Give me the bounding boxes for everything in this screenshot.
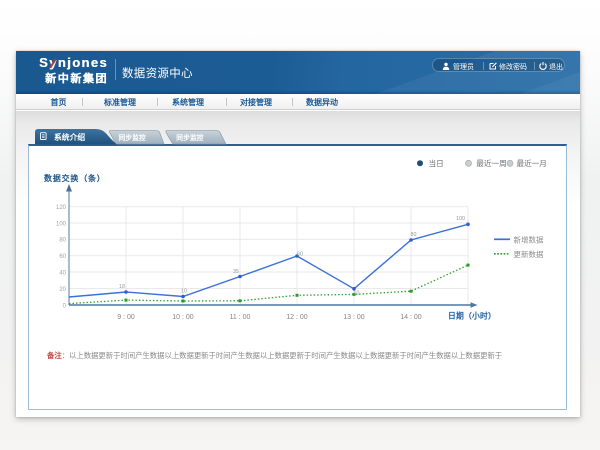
svg-text:12 : 00: 12 : 00 xyxy=(286,314,308,321)
svg-text:120: 120 xyxy=(56,205,67,211)
svg-text:100: 100 xyxy=(456,216,465,222)
svg-text:最近一周: 最近一周 xyxy=(476,158,506,168)
svg-text:18: 18 xyxy=(119,284,125,290)
svg-text:13 : 00: 13 : 00 xyxy=(343,314,365,321)
svg-text:80: 80 xyxy=(59,238,66,244)
svg-text:35: 35 xyxy=(233,269,239,275)
svg-text:20: 20 xyxy=(59,287,66,293)
svg-text:0: 0 xyxy=(63,303,67,309)
svg-text:当日: 当日 xyxy=(429,158,444,168)
svg-text:新增数据: 新增数据 xyxy=(514,234,544,244)
svg-text:10: 10 xyxy=(354,291,360,297)
svg-text:80: 80 xyxy=(411,232,417,238)
svg-text:更新数据: 更新数据 xyxy=(514,249,544,259)
svg-text:同步监控: 同步监控 xyxy=(119,133,146,142)
svg-text:10: 10 xyxy=(181,289,187,295)
svg-text:10 : 00: 10 : 00 xyxy=(172,314,194,321)
svg-text:40: 40 xyxy=(59,270,66,276)
svg-text:数据交换（条）: 数据交换（条） xyxy=(44,173,106,183)
svg-text:系统介绍: 系统介绍 xyxy=(54,132,85,142)
svg-text:100: 100 xyxy=(56,221,67,227)
svg-text:同步监控: 同步监控 xyxy=(176,133,203,142)
svg-text:60: 60 xyxy=(297,252,303,258)
svg-text:60: 60 xyxy=(59,254,66,260)
svg-text:9 : 00: 9 : 00 xyxy=(117,314,135,321)
svg-text:11 : 00: 11 : 00 xyxy=(230,314,251,321)
svg-text:日期（小时）: 日期（小时） xyxy=(448,311,496,321)
svg-text:14 : 00: 14 : 00 xyxy=(400,314,422,321)
svg-text:最近一月: 最近一月 xyxy=(517,158,547,168)
